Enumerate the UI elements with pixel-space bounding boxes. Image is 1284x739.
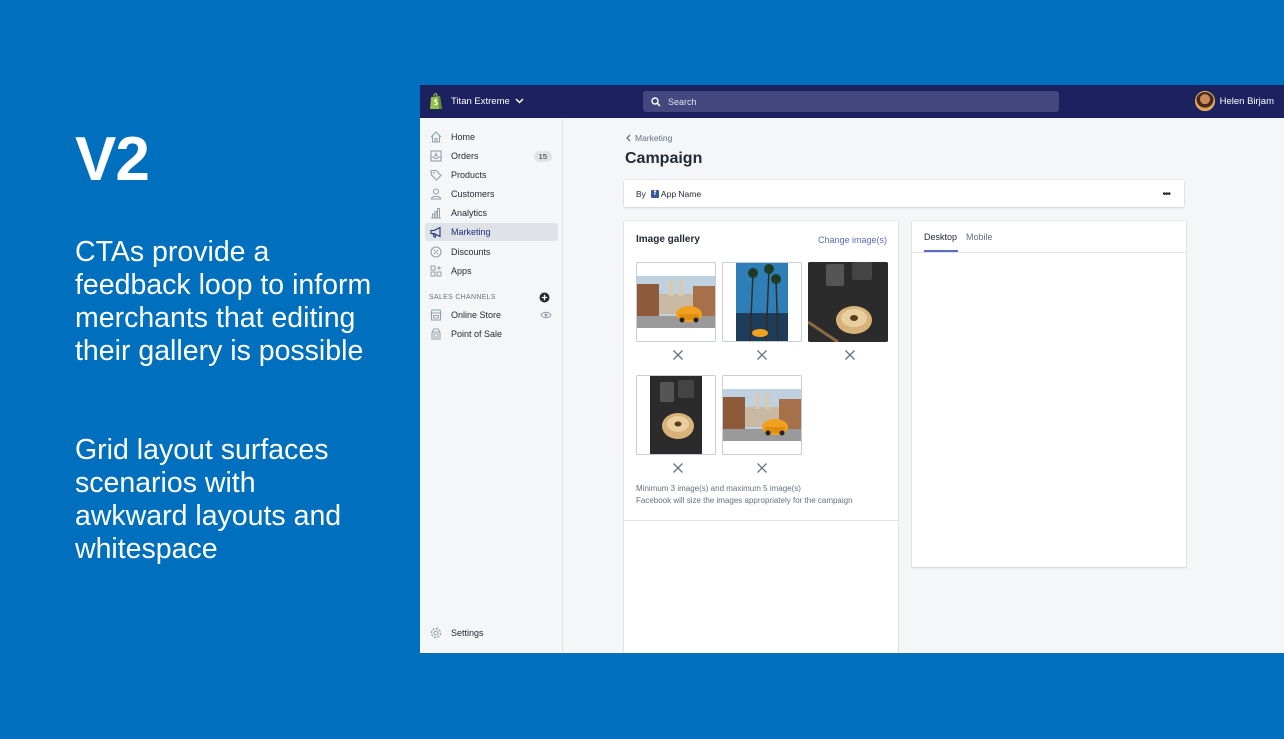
search-placeholder: Search [668, 96, 697, 107]
gallery-image-1[interactable] [636, 262, 716, 342]
sidebar-item-label: Home [451, 132, 476, 142]
breadcrumb-label: Marketing [635, 133, 673, 143]
more-actions-button[interactable]: ••• [1162, 189, 1170, 200]
gallery-image-2[interactable] [722, 262, 802, 342]
divider [912, 252, 1186, 253]
sidebar-item-label: Settings [451, 628, 484, 638]
sidebar-item-label: Analytics [451, 208, 488, 218]
gallery-title: Image gallery [636, 234, 700, 245]
remove-image-1-icon[interactable] [672, 349, 684, 361]
sidebar-item-label: Apps [451, 266, 472, 276]
user-name: Helen Birjam [1219, 95, 1274, 107]
by-label: By [636, 188, 646, 199]
divider [624, 520, 898, 521]
car-street-image [723, 389, 801, 441]
gallery-image-5[interactable] [722, 375, 802, 455]
palm-trees-image [736, 263, 788, 341]
sidebar-item-label: Discounts [451, 247, 491, 257]
image-size-hint: Facebook will size the images appropriat… [636, 496, 853, 505]
search-icon [651, 96, 661, 107]
chevron-down-icon [515, 98, 524, 104]
ad-preview-card: Desktop Mobile [912, 221, 1186, 567]
slide-paragraph-grid: Grid layout surfaces scenarios with awkw… [75, 434, 342, 565]
image-gallery-card: Image gallery Change image(s) Minimum 3 … [624, 221, 898, 653]
home-icon [429, 131, 442, 144]
remove-image-4-icon[interactable] [672, 462, 684, 474]
tab-mobile[interactable]: Mobile [966, 232, 993, 242]
gallery-image-4[interactable] [636, 375, 716, 455]
app-attribution-card: By f App Name ••• [624, 180, 1184, 207]
search-input[interactable]: Search [643, 91, 1059, 112]
shopify-logo-icon [430, 93, 442, 109]
sidebar-item-label: Point of Sale [451, 329, 503, 339]
store-switcher[interactable]: Titan Extreme [429, 92, 524, 110]
sidebar-item-apps[interactable]: Apps [425, 262, 558, 280]
apps-icon [429, 265, 442, 278]
avatar [1194, 91, 1215, 111]
sidebar: Home Orders 15 Products Customers Analyt… [420, 118, 563, 653]
admin-window: Titan Extreme Search Helen Birjam Home O… [420, 85, 1284, 653]
sidebar-item-analytics[interactable]: Analytics [425, 204, 558, 222]
sidebar-item-settings[interactable]: Settings [425, 624, 558, 642]
bagel-coffee-portrait-image [650, 376, 702, 454]
sidebar-item-home[interactable]: Home [425, 128, 558, 146]
change-images-link[interactable]: Change image(s) [818, 235, 887, 245]
sales-channels-heading: SALES CHANNELS [429, 294, 496, 301]
slide-title: V2 [75, 125, 150, 194]
add-channel-icon[interactable] [539, 292, 550, 303]
user-menu[interactable]: Helen Birjam [1194, 91, 1274, 111]
remove-image-5-icon[interactable] [756, 462, 768, 474]
sidebar-item-marketing[interactable]: Marketing [425, 223, 558, 241]
sidebar-item-online-store[interactable]: Online Store [425, 306, 558, 324]
image-count-hint: Minimum 3 image(s) and maximum 5 image(s… [636, 484, 801, 493]
sidebar-item-label: Customers [451, 189, 495, 199]
pos-icon [429, 328, 442, 341]
discount-icon [429, 246, 442, 259]
remove-image-3-icon[interactable] [844, 349, 856, 361]
sidebar-item-label: Online Store [451, 310, 502, 320]
car-street-image [637, 276, 715, 328]
analytics-icon [429, 207, 442, 220]
store-name: Titan Extreme [451, 95, 510, 107]
eye-icon[interactable] [540, 311, 552, 319]
remove-image-2-icon[interactable] [756, 349, 768, 361]
sidebar-item-label: Marketing [451, 227, 491, 237]
tab-desktop[interactable]: Desktop [924, 232, 957, 242]
gear-icon [429, 627, 442, 640]
top-bar: Titan Extreme Search Helen Birjam [420, 85, 1284, 118]
app-name: App Name [660, 188, 702, 199]
sidebar-item-point-of-sale[interactable]: Point of Sale [425, 325, 558, 343]
store-icon [429, 309, 442, 322]
customer-icon [429, 188, 442, 201]
chevron-left-icon [626, 134, 631, 142]
orders-count-badge: 15 [533, 150, 552, 162]
sidebar-item-discounts[interactable]: Discounts [425, 243, 558, 261]
megaphone-icon [429, 226, 442, 239]
sidebar-item-customers[interactable]: Customers [425, 185, 558, 203]
slide-paragraph-ctas: CTAs provide a feedback loop to inform m… [75, 236, 372, 367]
bagel-coffee-image [808, 262, 888, 342]
gallery-image-3[interactable] [808, 262, 888, 342]
page-title: Campaign [625, 150, 703, 167]
sidebar-item-label: Products [451, 170, 487, 180]
sidebar-item-orders[interactable]: Orders 15 [425, 147, 558, 165]
tag-icon [429, 169, 442, 182]
breadcrumb[interactable]: Marketing [625, 133, 672, 143]
sidebar-item-label: Orders [451, 151, 479, 161]
facebook-icon: f [650, 189, 659, 198]
sidebar-item-products[interactable]: Products [425, 166, 558, 184]
orders-icon [429, 150, 442, 163]
